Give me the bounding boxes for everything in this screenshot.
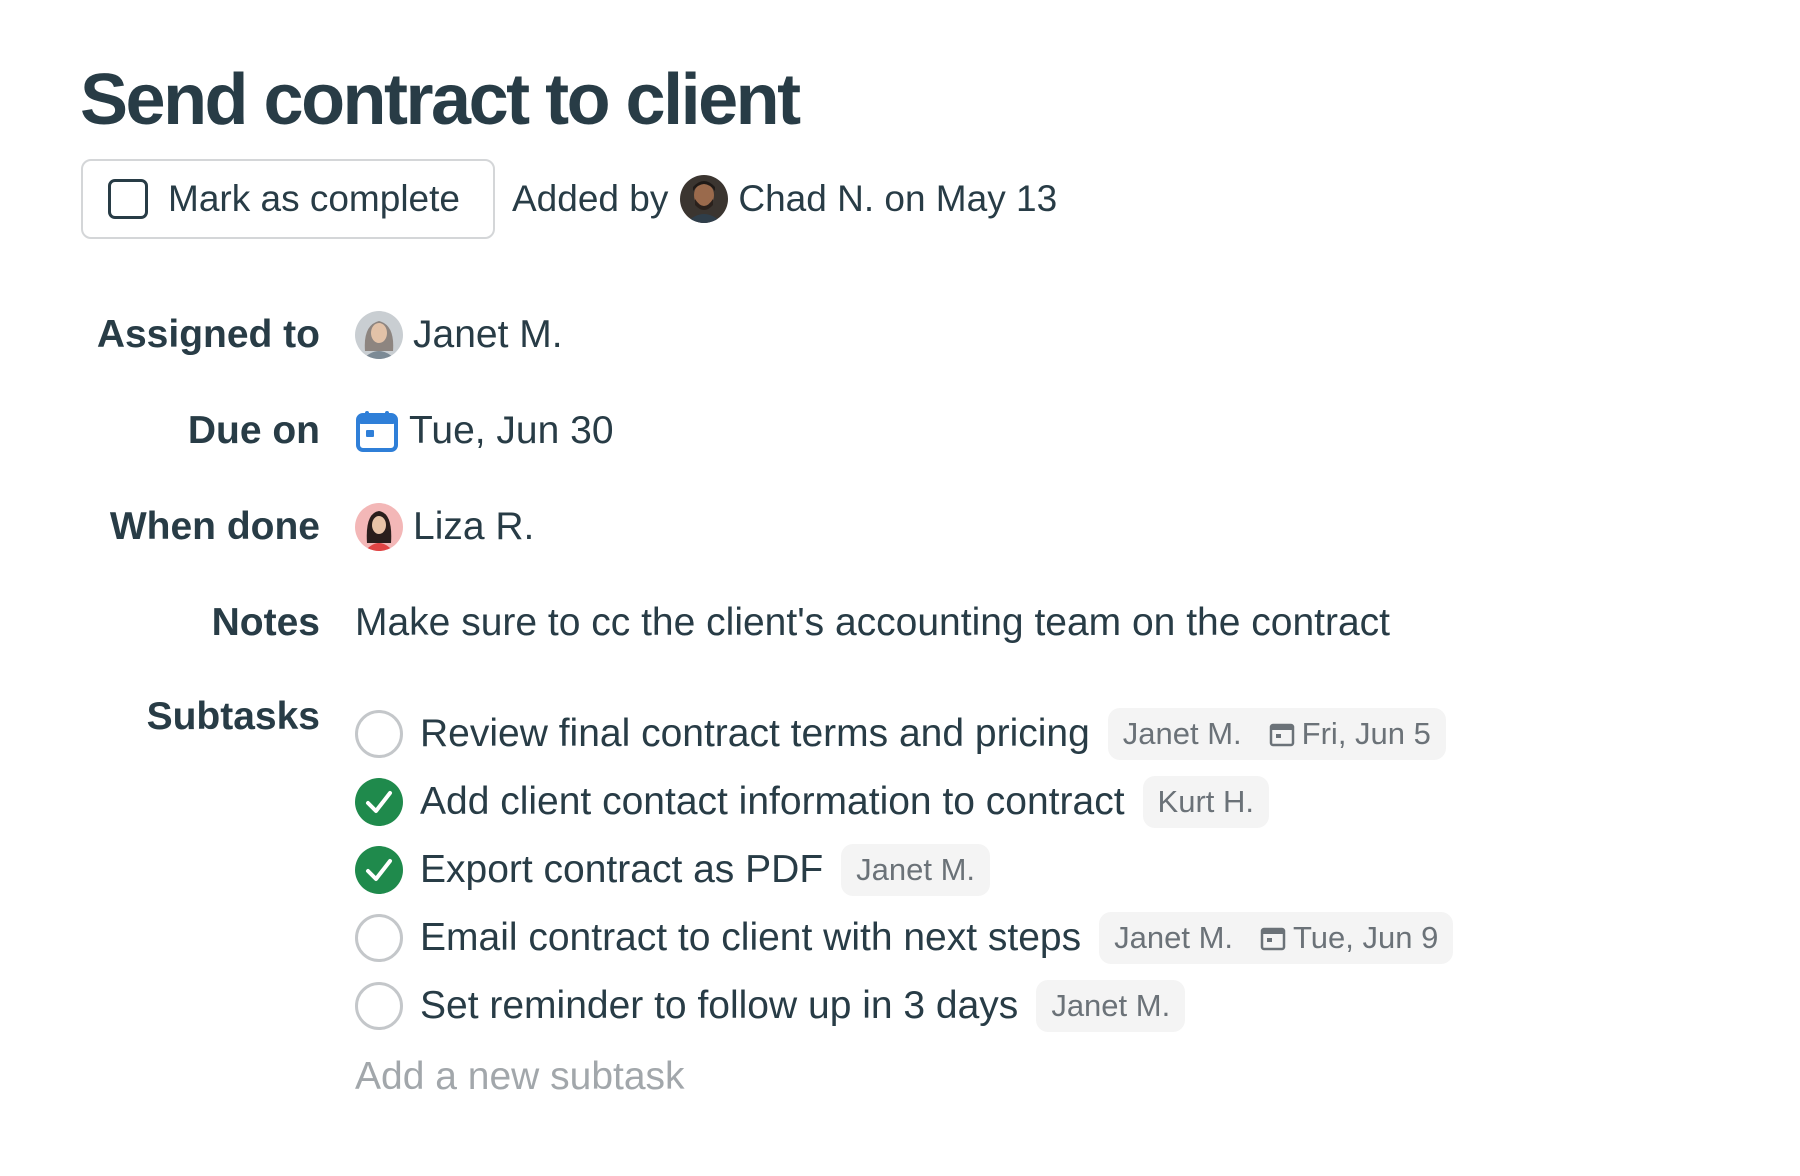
subtask-meta-pill[interactable]: Janet M.	[841, 844, 991, 896]
add-subtask-input[interactable]: Add a new subtask	[355, 1055, 685, 1099]
subtask-checkbox-checked[interactable]	[355, 846, 403, 894]
calendar-icon	[1259, 924, 1287, 952]
mark-complete-label: Mark as complete	[168, 178, 460, 219]
subtask-due: Fri, Jun 5	[1301, 716, 1431, 751]
avatar-liza	[355, 503, 403, 551]
task-title[interactable]: Send contract to client	[80, 58, 801, 142]
subtask-item[interactable]: Email contract to client with next steps…	[355, 904, 1454, 972]
checkbox-icon	[108, 179, 148, 219]
due-date: Tue, Jun 30	[409, 409, 614, 452]
task-meta-row: Mark as complete Added by Chad N. on May…	[81, 159, 1057, 239]
subtask-text: Email contract to client with next steps	[420, 916, 1082, 959]
subtask-meta-pill[interactable]: Kurt H.	[1142, 776, 1270, 828]
assigned-value[interactable]: Janet M.	[355, 311, 563, 359]
field-notes: Notes Make sure to cc the client's accou…	[0, 593, 1800, 653]
subtask-text: Set reminder to follow up in 3 days	[420, 984, 1019, 1027]
task-detail-page: Send contract to client Mark as complete…	[0, 0, 1800, 1176]
field-due: Due on Tue, Jun 30	[0, 401, 1800, 461]
subtasks-label: Subtasks	[146, 695, 320, 738]
subtask-checkbox[interactable]	[355, 710, 403, 758]
when-done-label: When done	[109, 505, 320, 548]
added-by-suffix: Chad N. on May 13	[738, 178, 1058, 219]
subtask-meta-pill[interactable]: Janet M.	[1036, 980, 1186, 1032]
assigned-label: Assigned to	[96, 313, 320, 356]
when-done-name: Liza R.	[413, 505, 535, 548]
subtask-checkbox[interactable]	[355, 982, 403, 1030]
added-by-info: Added by Chad N. on May 13	[512, 175, 1057, 223]
check-icon	[366, 791, 392, 813]
subtask-item[interactable]: Review final contract terms and pricing …	[355, 700, 1453, 768]
assigned-name: Janet M.	[413, 313, 563, 356]
subtask-meta-pill[interactable]: Janet M. Tue, Jun 9	[1099, 912, 1454, 964]
notes-text: Make sure to cc the client's accounting …	[355, 601, 1390, 644]
notes-label: Notes	[211, 601, 320, 644]
subtask-text: Review final contract terms and pricing	[420, 712, 1090, 755]
avatar-chad[interactable]	[680, 175, 729, 223]
field-when-done: When done Liza R.	[0, 497, 1800, 557]
subtask-checkbox[interactable]	[355, 914, 403, 962]
notes-value[interactable]: Make sure to cc the client's accounting …	[355, 601, 1390, 645]
subtask-meta-pill[interactable]: Janet M. Fri, Jun 5	[1107, 708, 1446, 760]
subtask-item[interactable]: Set reminder to follow up in 3 days Jane…	[355, 972, 1453, 1040]
subtask-assignee: Janet M.	[856, 852, 976, 887]
calendar-icon	[1268, 720, 1296, 748]
subtask-list: Review final contract terms and pricing …	[355, 700, 1454, 1040]
when-done-value[interactable]: Liza R.	[355, 503, 534, 551]
subtask-due: Tue, Jun 9	[1293, 920, 1439, 955]
subtask-item[interactable]: Export contract as PDF Janet M.	[355, 836, 1453, 904]
check-icon	[366, 859, 392, 881]
subtask-text: Add client contact information to contra…	[420, 780, 1125, 823]
avatar-janet	[355, 311, 403, 359]
field-assigned: Assigned to Janet M.	[0, 305, 1800, 365]
subtask-assignee: Janet M.	[1051, 988, 1171, 1023]
subtask-assignee: Kurt H.	[1157, 784, 1255, 819]
subtask-text: Export contract as PDF	[420, 848, 824, 891]
added-by-prefix: Added by	[512, 178, 669, 219]
mark-complete-button[interactable]: Mark as complete	[81, 159, 495, 239]
subtask-checkbox-checked[interactable]	[355, 778, 403, 826]
due-value[interactable]: Tue, Jun 30	[355, 409, 614, 453]
subtask-assignee: Janet M.	[1114, 920, 1234, 955]
subtask-item[interactable]: Add client contact information to contra…	[355, 768, 1453, 836]
subtask-assignee: Janet M.	[1122, 716, 1242, 751]
due-label: Due on	[187, 409, 320, 452]
calendar-icon	[355, 409, 399, 453]
